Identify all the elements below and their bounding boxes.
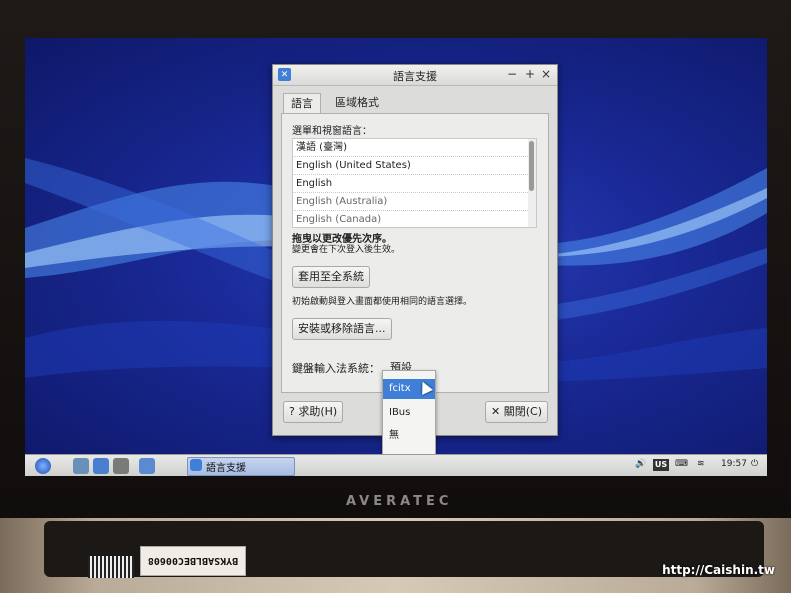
task-label: 語言支援 — [206, 463, 246, 474]
dropdown-option-ibus[interactable]: IBus — [383, 403, 435, 423]
list-item[interactable]: 漢語 (臺灣) — [293, 139, 536, 157]
dialog-titlebar[interactable]: ✕ 語言支援 − + × — [273, 65, 557, 86]
maximize-icon[interactable]: + — [523, 67, 537, 81]
clock[interactable]: 19:57 — [721, 459, 747, 469]
tab-language[interactable]: 語言 — [283, 93, 321, 114]
wifi-icon[interactable]: ≋ — [697, 459, 705, 469]
laptop-brand-logo: AVERATEC — [346, 494, 453, 509]
close-icon[interactable]: × — [539, 67, 553, 81]
apply-system-wide-button[interactable]: 套用至全系統 — [292, 266, 370, 288]
start-menu-icon[interactable] — [35, 458, 51, 474]
minimize-icon[interactable]: − — [505, 67, 519, 81]
keyboard-icon[interactable]: ⌨ — [675, 459, 688, 469]
volume-icon[interactable]: 🔊 — [635, 459, 646, 469]
dropdown-option-none[interactable]: 無 — [383, 426, 435, 446]
menu-language-heading: 選單和視窗語言： — [292, 126, 372, 137]
photo-watermark: http://Caishin.tw — [662, 563, 775, 577]
scroll-thumb[interactable] — [529, 141, 534, 191]
serial-sticker: BYKSABLBEC00608 — [140, 546, 246, 576]
close-button-label: 關閉(C) — [503, 405, 542, 418]
terminal-icon[interactable] — [113, 458, 129, 474]
browser-icon[interactable] — [139, 458, 155, 474]
taskbar: 語言支援 🔊 US ⌨ ≋ 19:57 ⏻ — [25, 454, 767, 476]
taskbar-task-language-support[interactable]: 語言支援 — [187, 457, 295, 476]
list-item[interactable]: English (Australia) — [293, 193, 536, 211]
help-icon: ? — [289, 405, 295, 418]
help-button[interactable]: ? 求助(H) — [283, 401, 344, 423]
change-note: 變更會在下次登入後生效。 — [292, 245, 401, 255]
power-icon[interactable]: ⏻ — [751, 459, 758, 469]
tab-regional-formats[interactable]: 區域格式 — [327, 93, 387, 113]
keyboard-layout-indicator[interactable]: US — [653, 459, 669, 471]
desktop-screen: ✕ 語言支援 − + × 語言 區域格式 選單和視窗語言： 漢語 (臺灣) En… — [25, 38, 767, 476]
barcode-sticker — [88, 556, 134, 578]
list-scrollbar[interactable] — [528, 139, 536, 227]
file-manager-icon[interactable] — [93, 458, 109, 474]
apply-note: 初始啟動與登入畫面都使用相同的語言選擇。 — [292, 297, 473, 307]
list-item[interactable]: English — [293, 175, 536, 193]
keyboard-input-label: 鍵盤輸入法系統： — [292, 362, 380, 375]
close-button-icon: ✕ — [491, 405, 501, 418]
list-item[interactable]: English (United States) — [293, 157, 536, 175]
close-button[interactable]: ✕ 關閉(C) — [485, 401, 548, 423]
list-item[interactable]: English (Canada) — [293, 211, 536, 227]
task-app-icon — [190, 459, 202, 471]
desktop-icon[interactable] — [73, 458, 89, 474]
language-tab-panel: 選單和視窗語言： 漢語 (臺灣) English (United States)… — [281, 113, 549, 393]
language-list[interactable]: 漢語 (臺灣) English (United States) English … — [292, 138, 537, 228]
install-remove-languages-button[interactable]: 安裝或移除語言... — [292, 318, 392, 340]
help-button-label: 求助(H) — [298, 405, 338, 418]
